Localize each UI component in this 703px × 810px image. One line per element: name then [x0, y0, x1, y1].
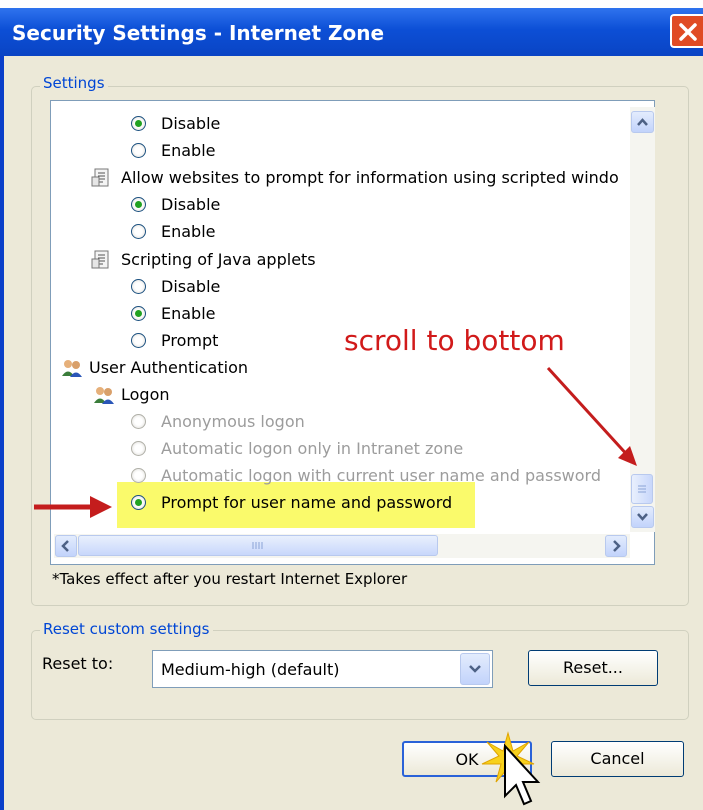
arrow-to-scrollbar [546, 366, 637, 466]
arrow-to-option [34, 496, 112, 518]
annotation-overlay [34, 366, 637, 806]
mouse-pointer-icon [504, 743, 541, 806]
